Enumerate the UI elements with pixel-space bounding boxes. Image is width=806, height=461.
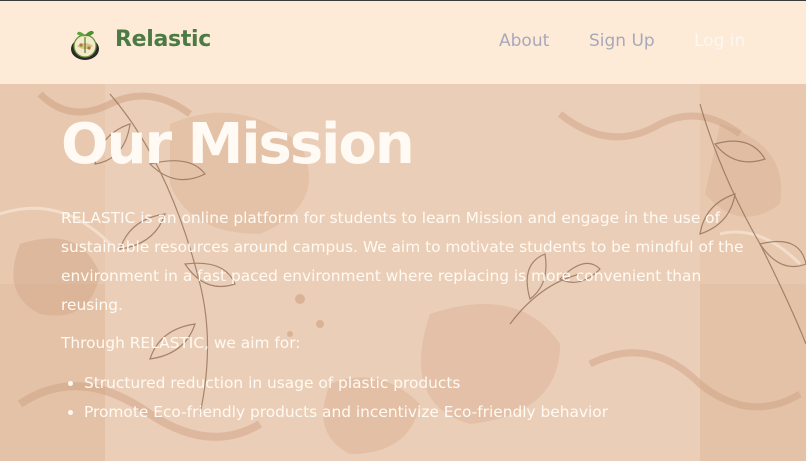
plant-globe-logo-icon[interactable] bbox=[69, 25, 101, 61]
page-title: Our Mission bbox=[61, 112, 415, 177]
nav-login-link[interactable]: Log in bbox=[694, 31, 745, 51]
mission-section: Our Mission RELASTIC is an online platfo… bbox=[0, 84, 806, 461]
list-item: Structured reduction in usage of plastic… bbox=[84, 369, 608, 398]
nav-about-link[interactable]: About bbox=[499, 31, 549, 51]
nav-signup-link[interactable]: Sign Up bbox=[589, 31, 655, 51]
mission-intro: Through RELASTIC, we aim for: bbox=[61, 334, 301, 352]
brand-name[interactable]: Relastic bbox=[115, 27, 211, 52]
mission-paragraph: RELASTIC is an online platform for stude… bbox=[61, 209, 744, 314]
site-header: Relastic About Sign Up Log in bbox=[0, 1, 806, 84]
goals-list: Structured reduction in usage of plastic… bbox=[61, 369, 608, 427]
list-item: Promote Eco-friendly products and incent… bbox=[84, 398, 608, 427]
